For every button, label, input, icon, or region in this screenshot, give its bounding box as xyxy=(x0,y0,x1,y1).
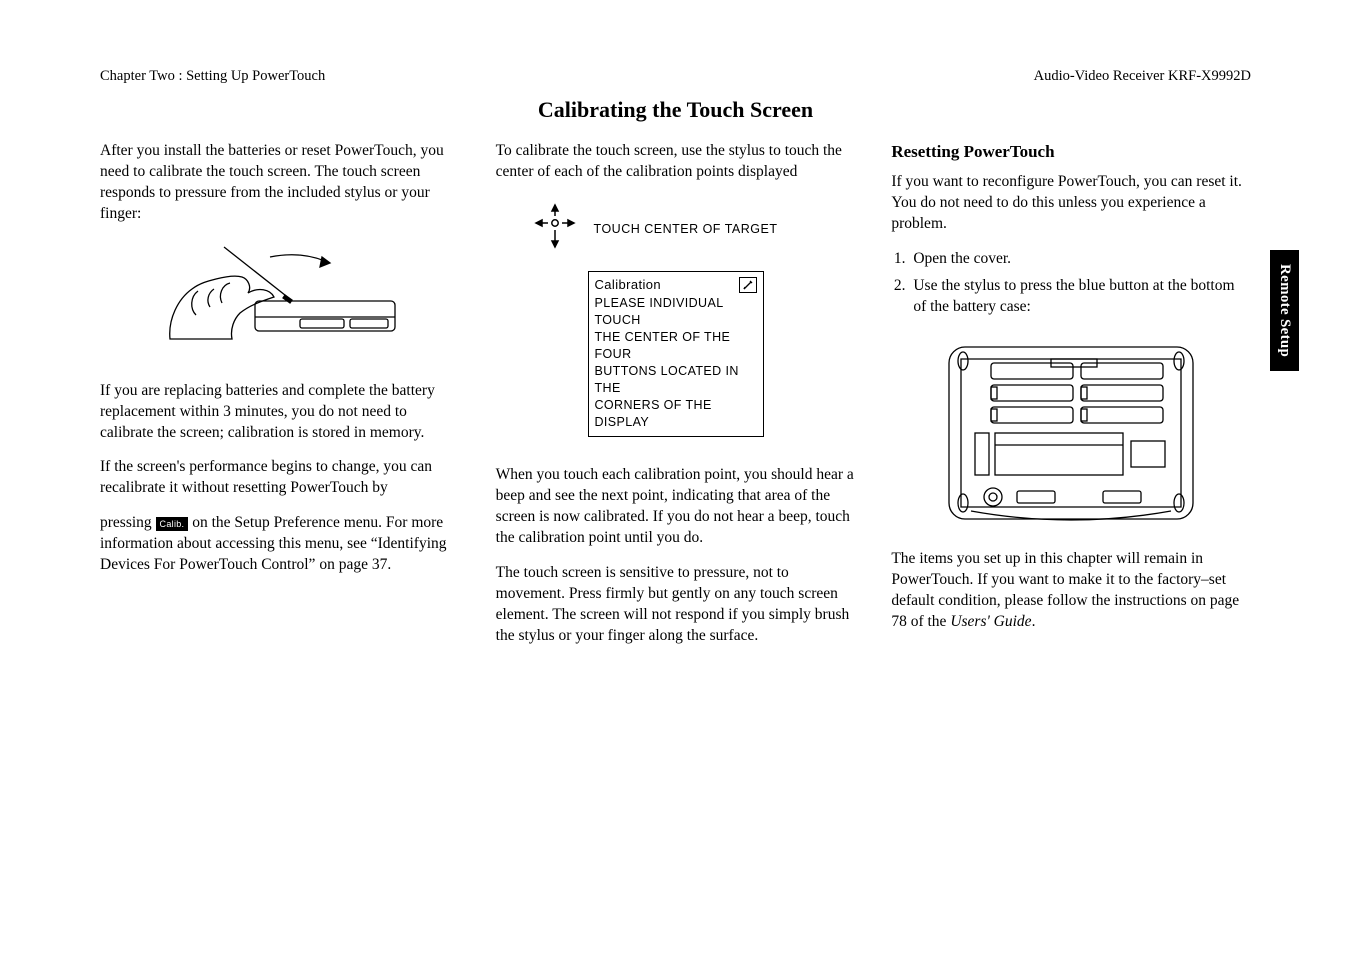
beep-paragraph: When you touch each calibration point, y… xyxy=(496,465,856,549)
column-1: After you install the batteries or reset… xyxy=(100,141,460,661)
recalibrate-note-2: pressing Calib. on the Setup Preference … xyxy=(100,513,460,576)
page-title: Calibrating the Touch Screen xyxy=(100,97,1251,123)
column-2: To calibrate the touch screen, use the s… xyxy=(496,141,856,661)
pressure-paragraph: The touch screen is sensitive to pressur… xyxy=(496,563,856,647)
target-cross-icon xyxy=(528,203,582,257)
figure-battery-case xyxy=(931,333,1211,533)
users-guide-ref: Users' Guide xyxy=(950,613,1031,630)
calib-icon-button: Calib. xyxy=(156,517,189,531)
product-header: Audio-Video Receiver KRF-X9992D xyxy=(1034,68,1251,85)
reset-step-2: Use the stylus to press the blue button … xyxy=(909,276,1251,318)
screen-line: THE CENTER OF THE FOUR xyxy=(595,329,757,363)
text-fragment: pressing xyxy=(100,514,156,531)
calibrate-instruction: To calibrate the touch screen, use the s… xyxy=(496,141,856,183)
calibration-display-box: Calibration PLEASE INDIVIDUAL TOUCH THE … xyxy=(588,271,764,438)
recalibrate-note-1: If the screen's performance begins to ch… xyxy=(100,457,460,499)
screen-line: PLEASE INDIVIDUAL TOUCH xyxy=(595,295,757,329)
reset-intro: If you want to reconfigure PowerTouch, y… xyxy=(891,172,1251,235)
battery-note: If you are replacing batteries and compl… xyxy=(100,381,460,444)
column-3: Resetting PowerTouch If you want to reco… xyxy=(891,141,1251,661)
screen-box-title: Calibration xyxy=(595,276,662,294)
text-fragment: . xyxy=(1032,613,1036,630)
figure-calibration-screen: TOUCH CENTER OF TARGET Calibration PLEAS… xyxy=(546,203,806,438)
reset-heading: Resetting PowerTouch xyxy=(891,141,1251,164)
reset-step-1: Open the cover. xyxy=(909,249,1251,270)
text-fragment: The items you set up in this chapter wil… xyxy=(891,550,1239,630)
figure-hand-stylus xyxy=(150,239,410,359)
pen-icon xyxy=(739,277,757,293)
side-tab: Remote Setup xyxy=(1270,250,1299,371)
intro-paragraph: After you install the batteries or reset… xyxy=(100,141,460,225)
screen-line: BUTTONS LOCATED IN THE xyxy=(595,363,757,397)
factory-reset-note: The items you set up in this chapter wil… xyxy=(891,549,1251,633)
screen-line: CORNERS OF THE DISPLAY xyxy=(595,397,757,431)
chapter-header: Chapter Two : Setting Up PowerTouch xyxy=(100,68,325,85)
target-label: TOUCH CENTER OF TARGET xyxy=(594,221,778,238)
